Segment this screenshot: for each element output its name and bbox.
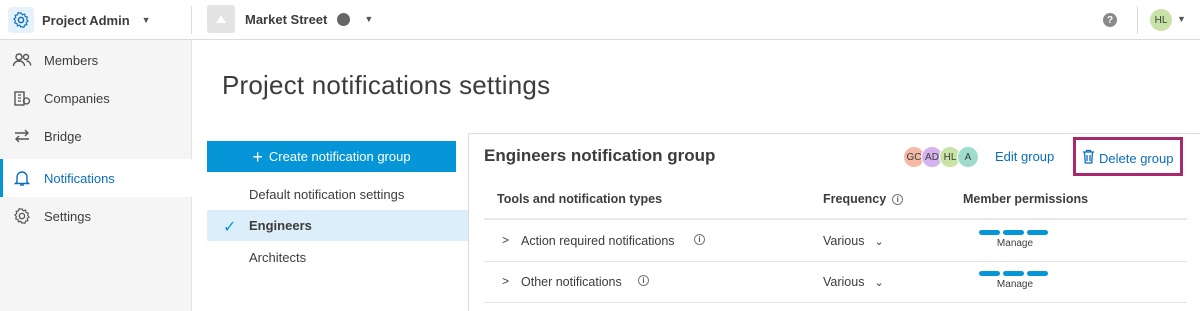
sidebar-item-companies[interactable]: Companies xyxy=(0,79,192,117)
member-avatar[interactable]: A xyxy=(957,146,979,168)
companies-icon xyxy=(12,88,32,108)
info-icon[interactable]: i xyxy=(638,275,649,286)
permission-bar xyxy=(979,230,1000,235)
column-header-types: Tools and notification types xyxy=(497,192,663,206)
gear-icon xyxy=(12,206,32,226)
info-icon[interactable]: i xyxy=(694,234,705,245)
project-thumbnail-icon xyxy=(207,5,235,33)
help-icon[interactable]: ? xyxy=(1103,13,1117,27)
project-admin-gear-icon xyxy=(8,7,34,33)
column-header-permissions: Member permissions xyxy=(963,192,1089,206)
table-header: Tools and notification types Frequency i … xyxy=(484,180,1187,220)
checkmark-icon: ✓ xyxy=(223,219,237,236)
panel-divider xyxy=(468,133,1200,134)
panel-divider xyxy=(468,133,469,311)
column-header-frequency: Frequency i xyxy=(823,192,904,206)
sidebar: Members Companies Bridge Notifications S… xyxy=(0,40,192,311)
sidebar-item-label: Companies xyxy=(44,90,110,106)
project-name: Market Street xyxy=(245,11,328,27)
app-switcher[interactable]: Project Admin ▼ xyxy=(8,5,151,35)
create-notification-group-button[interactable]: + Create notification group xyxy=(207,141,456,172)
chevron-down-icon: ⌄ xyxy=(874,235,884,248)
globe-icon xyxy=(337,12,351,26)
group-item-default[interactable]: Default notification settings xyxy=(207,179,468,210)
sidebar-item-label: Settings xyxy=(44,208,91,224)
frequency-header-label: Frequency xyxy=(823,192,887,206)
sidebar-item-notifications[interactable]: Notifications xyxy=(0,159,192,197)
group-item-engineers[interactable]: ✓ Engineers xyxy=(207,210,468,241)
chevron-down-icon: ▼ xyxy=(141,15,151,25)
sidebar-item-bridge[interactable]: Bridge xyxy=(0,117,192,155)
permission-bar xyxy=(1003,271,1024,276)
header-divider xyxy=(1137,6,1138,34)
frequency-value: Various xyxy=(823,234,865,248)
group-item-label: Default notification settings xyxy=(249,187,405,202)
permission-bar xyxy=(979,271,1000,276)
chevron-down-icon: ⌄ xyxy=(874,276,884,289)
permission-level-bars xyxy=(979,230,1051,235)
bridge-icon xyxy=(12,126,32,146)
row-label: Other notifications xyxy=(521,275,622,289)
permission-control[interactable]: Manage xyxy=(979,271,1051,290)
permission-label: Manage xyxy=(996,238,1034,249)
page-title: Project notifications settings xyxy=(222,70,551,100)
header-divider xyxy=(191,6,192,34)
permission-level-bars xyxy=(979,271,1051,276)
permission-bar xyxy=(1027,271,1048,276)
sidebar-item-label: Members xyxy=(44,52,99,68)
chevron-down-icon[interactable]: ▼ xyxy=(1177,14,1186,24)
sidebar-item-settings[interactable]: Settings xyxy=(0,197,192,235)
table-row: > Other notifications i Various ⌄ Manage xyxy=(484,262,1187,303)
frequency-dropdown[interactable]: Various ⌄ xyxy=(823,275,884,289)
sidebar-item-label: Bridge xyxy=(44,128,82,144)
sidebar-item-label: Notifications xyxy=(44,170,115,186)
permission-control[interactable]: Manage xyxy=(979,230,1051,249)
permission-bar xyxy=(1003,230,1024,235)
chevron-right-icon[interactable]: > xyxy=(502,274,509,288)
delete-group-label: Delete group xyxy=(1099,150,1174,166)
group-item-label: Architects xyxy=(249,250,307,265)
bell-icon xyxy=(12,168,32,188)
permission-label: Manage xyxy=(996,279,1034,290)
create-button-label: Create notification group xyxy=(268,149,411,164)
plus-icon: + xyxy=(252,146,263,167)
app-title: Project Admin xyxy=(42,12,130,28)
info-icon[interactable]: i xyxy=(892,194,904,206)
members-icon xyxy=(12,50,32,70)
member-avatars[interactable]: GC AD HL A xyxy=(903,146,979,168)
table-row: > Action required notifications i Variou… xyxy=(484,221,1187,262)
sidebar-item-members[interactable]: Members xyxy=(0,41,192,79)
chevron-right-icon[interactable]: > xyxy=(502,233,509,247)
group-item-label: Engineers xyxy=(249,218,312,233)
row-label: Action required notifications xyxy=(521,234,675,248)
frequency-value: Various xyxy=(823,275,865,289)
frequency-dropdown[interactable]: Various ⌄ xyxy=(823,234,884,248)
user-avatar[interactable]: HL xyxy=(1150,9,1172,31)
permission-bar xyxy=(1027,230,1048,235)
top-bar: Project Admin ▼ Market Street ▼ ? HL ▼ xyxy=(0,0,1200,40)
edit-group-link[interactable]: Edit group xyxy=(995,149,1054,164)
group-item-architects[interactable]: Architects xyxy=(207,242,468,273)
group-title: Engineers notification group xyxy=(484,146,716,165)
project-switcher[interactable]: Market Street ▼ xyxy=(207,4,373,34)
chevron-down-icon: ▼ xyxy=(364,14,374,24)
delete-group-link[interactable]: Delete group xyxy=(1082,149,1173,167)
trash-icon xyxy=(1082,149,1095,167)
